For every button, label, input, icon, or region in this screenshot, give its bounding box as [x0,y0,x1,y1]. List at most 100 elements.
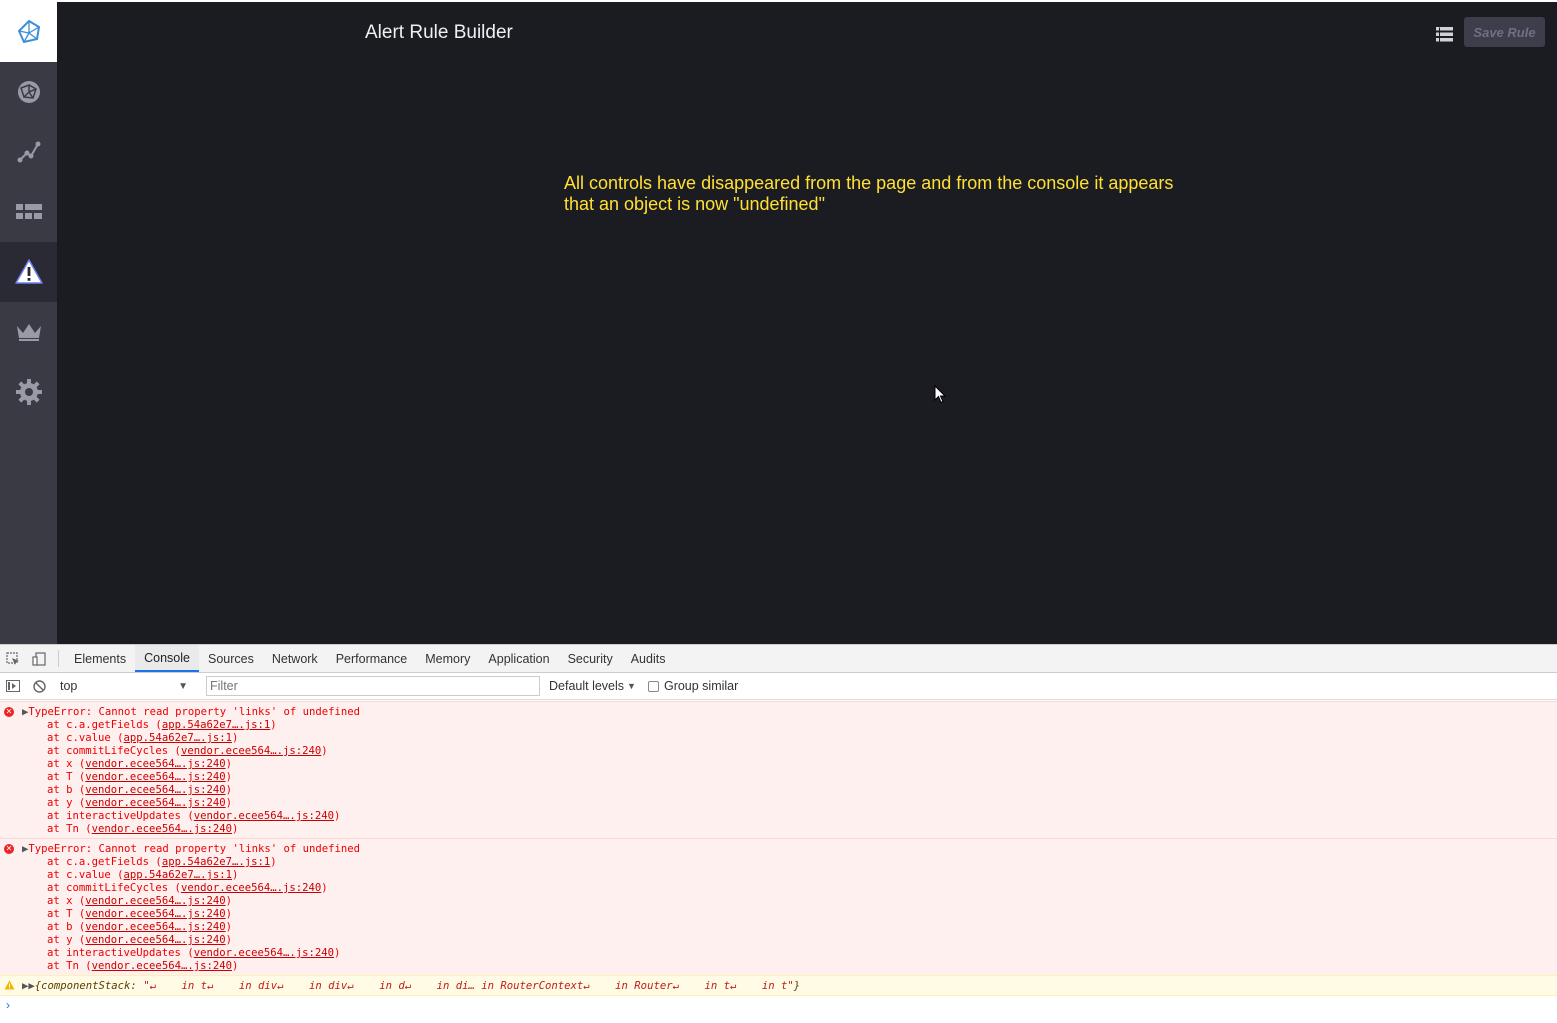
source-link[interactable]: vendor.ecee564….js:240 [194,810,334,822]
source-link[interactable]: vendor.ecee564….js:240 [85,921,225,933]
source-link[interactable]: vendor.ecee564….js:240 [85,908,225,920]
source-link[interactable]: vendor.ecee564….js:240 [92,960,232,972]
source-link[interactable]: vendor.ecee564….js:240 [85,934,225,946]
stack-frame: at interactiveUpdates (vendor.ecee564….j… [47,810,341,822]
devtools-panel: Elements Console Sources Network Perform… [0,644,1557,1023]
console-filter-input[interactable] [206,676,540,696]
source-link[interactable]: vendor.ecee564….js:240 [181,882,321,894]
sidebar-item-network[interactable] [0,62,57,122]
show-sidebar-button[interactable] [0,680,26,692]
source-link[interactable]: vendor.ecee564….js:240 [194,947,334,959]
grid-table-icon [15,204,42,219]
device-toolbar-button[interactable] [26,645,52,672]
sidebar-toggle-icon [6,680,20,692]
annotation-note: All controls have disappeared from the p… [564,173,1174,214]
inspect-element-button[interactable] [0,645,26,672]
log-levels-dropdown[interactable]: Default levels ▼ [549,679,636,693]
tab-performance[interactable]: Performance [327,645,417,672]
console-error-entry[interactable]: ✕ ▶TypeError: Cannot read property 'link… [0,701,1557,838]
stack-frame: at b (vendor.ecee564….js:240) [47,921,232,933]
chevron-down-icon: ▼ [178,680,188,692]
list-view-button[interactable] [1430,21,1458,47]
stack-frame: at T (vendor.ecee564….js:240) [47,908,232,920]
source-link[interactable]: vendor.ecee564….js:240 [85,758,225,770]
stack-frame: at Tn (vendor.ecee564….js:240) [47,960,239,972]
stack-frame: at x (vendor.ecee564….js:240) [47,758,232,770]
stack-frame: at b (vendor.ecee564….js:240) [47,784,232,796]
tab-security[interactable]: Security [559,645,622,672]
error-message-row[interactable]: ▶TypeError: Cannot read property 'links'… [0,706,1557,719]
error-icon: ✕ [4,707,14,717]
device-mobile-icon [32,651,46,666]
stack-frame: at commitLifeCycles (vendor.ecee564….js:… [47,745,328,757]
source-link[interactable]: vendor.ecee564….js:240 [181,745,321,757]
main-content: Alert Rule Builder Save Rule All control… [57,2,1557,644]
sidebar-item-dashboard[interactable] [0,182,57,242]
source-link[interactable]: app.54a62e7….js:1 [162,719,270,731]
stack-frame: at c.a.getFields (app.54a62e7….js:1) [47,856,277,868]
context-selector[interactable]: top ▼ [56,676,192,696]
console-warning-entry[interactable]: ▶▶{componentStack: "↵ in t↵ in div↵ in d… [0,975,1557,996]
list-icon [1435,26,1453,41]
source-link[interactable]: app.54a62e7….js:1 [124,732,232,744]
stack-frame: at Tn (vendor.ecee564….js:240) [47,823,239,835]
tab-sources[interactable]: Sources [199,645,263,672]
warning-icon [4,980,15,990]
source-link[interactable]: vendor.ecee564….js:240 [85,895,225,907]
tab-console[interactable]: Console [135,645,199,672]
error-message: TypeError: Cannot read property 'links' … [28,706,361,718]
source-link[interactable]: vendor.ecee564….js:240 [85,784,225,796]
logo-icon [17,19,40,44]
source-link[interactable]: vendor.ecee564….js:240 [85,797,225,809]
app-window: Alert Rule Builder Save Rule All control… [0,0,1557,644]
context-value: top [60,679,78,693]
clear-block-icon [32,679,46,693]
group-similar-toggle[interactable]: Group similar [647,679,739,693]
stack-frame: at c.value (app.54a62e7….js:1) [47,732,239,744]
sidebar-item-alerts[interactable] [0,242,57,302]
tab-audits[interactable]: Audits [622,645,675,672]
group-similar-label: Group similar [663,679,739,693]
stack-frame: at c.value (app.54a62e7….js:1) [47,869,239,881]
source-link[interactable]: app.54a62e7….js:1 [124,869,232,881]
stack-frame: at y (vendor.ecee564….js:240) [47,797,232,809]
stack-frame: at T (vendor.ecee564….js:240) [47,771,232,783]
tab-application[interactable]: Application [479,645,558,672]
tab-memory[interactable]: Memory [416,645,479,672]
sidebar-item-settings[interactable] [0,362,57,422]
expand-triangle-icon: ▶▶ [22,980,35,992]
stack-frame: at y (vendor.ecee564….js:240) [47,934,232,946]
inspect-cursor-icon [6,651,19,665]
stack-frame: at c.a.getFields (app.54a62e7….js:1) [47,719,277,731]
stack-frame: at interactiveUpdates (vendor.ecee564….j… [47,947,341,959]
toolbar-divider [58,650,59,667]
save-rule-button[interactable]: Save Rule [1464,17,1545,47]
network-globe-icon [17,81,40,103]
console-prompt-input[interactable]: › [0,996,1557,1014]
error-message-row[interactable]: ▶TypeError: Cannot read property 'links'… [0,843,1557,856]
chevron-down-icon: ▼ [627,681,636,691]
warning-message: ▶▶{componentStack: "↵ in t↵ in div↵ in d… [22,980,801,992]
error-message: TypeError: Cannot read property 'links' … [28,843,361,855]
tab-network[interactable]: Network [263,645,327,672]
sidebar-item-premium[interactable] [0,302,57,362]
console-error-entry[interactable]: ✕ ▶TypeError: Cannot read property 'link… [0,838,1557,975]
error-icon: ✕ [4,844,14,854]
source-link[interactable]: app.54a62e7….js:1 [162,856,270,868]
source-link[interactable]: vendor.ecee564….js:240 [85,771,225,783]
clear-console-button[interactable] [26,679,52,693]
console-toolbar: top ▼ Default levels ▼ Group similar [0,673,1557,700]
devtools-tabbar: Elements Console Sources Network Perform… [0,645,1557,673]
sidebar-logo[interactable] [0,2,57,62]
source-link[interactable]: vendor.ecee564….js:240 [92,823,232,835]
alert-warning-icon [14,259,43,284]
gear-icon [15,379,42,405]
levels-label: Default levels [549,679,625,693]
page-title: Alert Rule Builder [365,22,513,43]
stack-frame: at x (vendor.ecee564….js:240) [47,895,232,907]
sidebar-item-graph[interactable] [0,122,57,182]
tab-elements[interactable]: Elements [65,645,135,672]
stack-frame: at commitLifeCycles (vendor.ecee564….js:… [47,882,328,894]
group-similar-checkbox[interactable] [647,680,659,692]
mouse-cursor-icon [934,385,946,404]
